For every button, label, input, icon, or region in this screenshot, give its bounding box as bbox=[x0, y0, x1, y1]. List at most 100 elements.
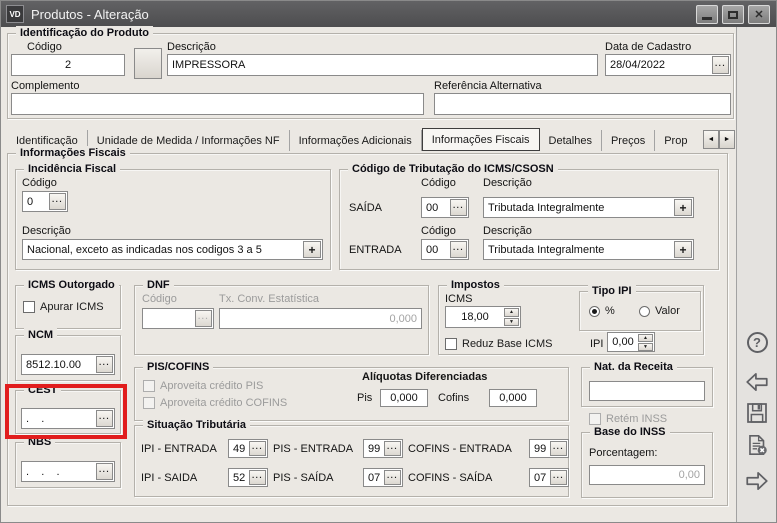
tab-informacoes-fiscais[interactable]: Informações Fiscais bbox=[422, 128, 540, 151]
app-icon: VD bbox=[6, 5, 24, 23]
cofins-saida-input[interactable] bbox=[531, 470, 549, 485]
complemento-input[interactable] bbox=[13, 95, 422, 113]
checkbox-icon bbox=[23, 301, 35, 313]
close-button[interactable]: ✕ bbox=[748, 5, 770, 24]
pis-saida-input[interactable] bbox=[365, 470, 383, 485]
data-cadastro-input[interactable] bbox=[607, 56, 711, 74]
cancel-record-button[interactable] bbox=[743, 431, 771, 459]
dnf-codigo-label: Código bbox=[142, 293, 177, 305]
saida-codigo-input[interactable] bbox=[423, 199, 449, 216]
codigo-input[interactable] bbox=[13, 56, 123, 74]
checkbox-label: Aproveita crédito COFINS bbox=[160, 397, 287, 409]
ellipsis-icon[interactable]: ··· bbox=[96, 410, 113, 427]
tipo-ipi-percent-radio[interactable]: % bbox=[589, 305, 615, 317]
save-button[interactable] bbox=[743, 399, 771, 427]
ellipsis-icon[interactable]: ··· bbox=[550, 470, 567, 485]
radio-dot bbox=[592, 309, 597, 314]
incidencia-descricao-label: Descrição bbox=[22, 225, 71, 237]
incidencia-descricao-input[interactable] bbox=[24, 241, 302, 258]
maximize-icon bbox=[728, 11, 738, 19]
spin-up-icon[interactable]: ▲ bbox=[638, 334, 653, 342]
ipi-entrada-field: ··· bbox=[228, 439, 268, 458]
group-caption: Nat. da Receita bbox=[590, 360, 677, 374]
combo-open-icon[interactable]: + bbox=[303, 241, 321, 258]
tab-detalhes[interactable]: Detalhes bbox=[540, 130, 602, 151]
cest-input[interactable] bbox=[23, 410, 95, 427]
nat-receita-input[interactable] bbox=[591, 383, 703, 399]
referencia-input[interactable] bbox=[436, 95, 729, 113]
dnf-tx-label: Tx. Conv. Estatística bbox=[219, 293, 319, 305]
spin-up-icon[interactable]: ▲ bbox=[504, 308, 519, 317]
pis-entrada-field: ··· bbox=[363, 439, 403, 458]
cofins-entrada-input[interactable] bbox=[531, 441, 549, 456]
nbs-input[interactable] bbox=[23, 463, 95, 480]
tab-scroll-right-button[interactable]: ► bbox=[719, 130, 735, 149]
aproveita-credito-cofins-checkbox: Aproveita crédito COFINS bbox=[143, 397, 287, 409]
produtos-alteracao-window: VD Produtos - Alteração ✕ Identificação … bbox=[0, 0, 777, 523]
date-picker-icon[interactable]: ··· bbox=[712, 56, 729, 74]
radio-icon bbox=[589, 306, 600, 317]
ncm-input[interactable] bbox=[23, 356, 95, 373]
ellipsis-icon[interactable]: ··· bbox=[96, 463, 113, 480]
checkbox-label: Aproveita crédito PIS bbox=[160, 380, 263, 392]
arrow-right-icon: ► bbox=[724, 136, 731, 143]
minimize-button[interactable] bbox=[696, 5, 718, 24]
retem-inss-checkbox: Retém INSS bbox=[589, 413, 667, 425]
entrada-label: ENTRADA bbox=[349, 244, 402, 256]
ellipsis-icon[interactable]: ··· bbox=[450, 199, 467, 216]
porcentagem-label: Porcentagem: bbox=[589, 447, 657, 459]
previous-record-button[interactable] bbox=[743, 368, 771, 396]
spin-down-icon[interactable]: ▼ bbox=[504, 318, 519, 327]
cofins-aliquota-input[interactable] bbox=[491, 391, 535, 405]
ellipsis-icon[interactable]: ··· bbox=[384, 470, 401, 485]
checkbox-icon bbox=[143, 380, 155, 392]
icms-input[interactable] bbox=[447, 308, 503, 326]
tab-precos[interactable]: Preços bbox=[602, 130, 655, 151]
ellipsis-icon[interactable]: ··· bbox=[49, 193, 66, 210]
group-caption: ICMS Outorgado bbox=[24, 278, 119, 292]
incidencia-codigo-input[interactable] bbox=[24, 193, 48, 210]
minimize-icon bbox=[702, 17, 712, 20]
pis-saida-label: PIS - SAÍDA bbox=[273, 472, 334, 484]
ipi-saida-input[interactable] bbox=[230, 470, 248, 485]
ellipsis-icon[interactable]: ··· bbox=[96, 356, 113, 373]
spinner: ▲ ▼ bbox=[638, 334, 653, 350]
pis-entrada-input[interactable] bbox=[365, 441, 383, 456]
nbs-field: ··· bbox=[21, 461, 115, 482]
entrada-codigo-input[interactable] bbox=[423, 241, 449, 258]
help-button[interactable]: ? bbox=[743, 328, 771, 356]
ellipsis-icon[interactable]: ··· bbox=[384, 441, 401, 456]
ellipsis-icon[interactable]: ··· bbox=[550, 441, 567, 456]
ellipsis-icon[interactable]: ··· bbox=[450, 241, 467, 258]
saida-descricao-combo: + bbox=[483, 197, 694, 218]
group-caption: CEST bbox=[24, 383, 61, 397]
tab-scroll-left-button[interactable]: ◄ bbox=[703, 130, 719, 149]
spin-down-icon[interactable]: ▼ bbox=[638, 343, 653, 351]
dnf-codigo-field: ··· bbox=[142, 308, 214, 329]
saida-descricao-input[interactable] bbox=[485, 199, 673, 216]
tipo-ipi-valor-radio[interactable]: Valor bbox=[639, 305, 680, 317]
codigo-lookup-button[interactable] bbox=[134, 48, 162, 79]
ipi-spin-field: ▲ ▼ bbox=[607, 332, 655, 352]
tab-propriedades[interactable]: Prop bbox=[655, 130, 696, 151]
pis-entrada-label: PIS - ENTRADA bbox=[273, 443, 353, 455]
reduz-base-icms-checkbox[interactable]: Reduz Base ICMS bbox=[445, 338, 552, 350]
apurar-icms-checkbox[interactable]: Apurar ICMS bbox=[23, 301, 104, 313]
descricao-input[interactable] bbox=[169, 56, 596, 74]
ellipsis-icon[interactable]: ··· bbox=[249, 470, 266, 485]
combo-open-icon[interactable]: + bbox=[674, 241, 692, 258]
combo-open-icon[interactable]: + bbox=[674, 199, 692, 216]
pis-aliquota-input[interactable] bbox=[382, 391, 426, 405]
ellipsis-icon[interactable]: ··· bbox=[249, 441, 266, 456]
ipi-entrada-input[interactable] bbox=[230, 441, 248, 456]
data-cadastro-field: ··· bbox=[605, 54, 731, 76]
icms-label: ICMS bbox=[445, 293, 473, 305]
next-record-button[interactable] bbox=[743, 467, 771, 495]
entrada-descricao-input[interactable] bbox=[485, 241, 673, 258]
tab-informacoes-adicionais[interactable]: Informações Adicionais bbox=[290, 130, 422, 151]
close-icon: ✕ bbox=[754, 8, 763, 21]
ipi-input[interactable] bbox=[609, 334, 637, 350]
radio-label: % bbox=[605, 305, 615, 317]
ipi-saida-field: ··· bbox=[228, 468, 268, 487]
maximize-button[interactable] bbox=[722, 5, 744, 24]
